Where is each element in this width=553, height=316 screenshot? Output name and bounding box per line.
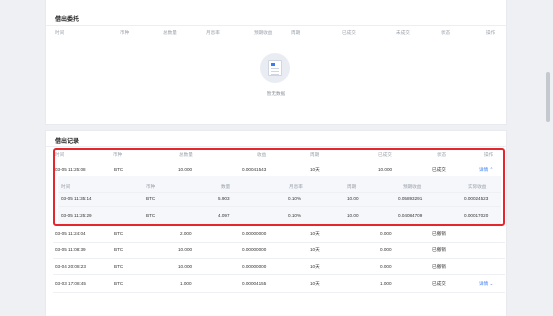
record-period: 10天 — [310, 264, 320, 269]
record-income: 0.00000000 — [242, 231, 267, 236]
entrust-header-filled: 已成交 — [342, 30, 356, 35]
row-divider — [53, 292, 505, 293]
entrust-header-action: 操作 — [486, 30, 496, 35]
record-filled: 0.000 — [380, 231, 392, 236]
record-period: 10天 — [310, 247, 320, 252]
entrust-header-coin: 币种 — [120, 30, 130, 35]
record-status: 已成交 — [432, 281, 446, 286]
record-total: 2.000 — [180, 231, 192, 236]
records-title: 借出记录 — [55, 139, 80, 145]
record-filled: 1.000 — [380, 281, 392, 286]
record-period: 10天 — [310, 281, 320, 286]
empty-document-icon — [260, 53, 290, 83]
page-scrollbar[interactable] — [546, 72, 550, 122]
record-time: 03-05 11:08:39 — [55, 247, 86, 252]
record-status: 已撤销 — [432, 231, 446, 236]
entrust-panel: 借出委托 时间 币种 总数量 月息率 预期收益 周期 已成交 未成交 状态 操作… — [45, 0, 507, 125]
record-coin: BTC — [114, 281, 124, 286]
record-income: 0.00000000 — [242, 264, 267, 269]
row-divider — [53, 258, 505, 259]
entrust-header-time: 时间 — [55, 30, 65, 35]
record-detail-link[interactable]: 详情 ⌄ — [479, 281, 493, 287]
record-filled: 0.000 — [380, 264, 392, 269]
record-income: 0.00000000 — [242, 247, 267, 252]
entrust-divider — [46, 25, 506, 26]
entrust-header-status: 状态 — [441, 30, 451, 35]
record-coin: BTC — [114, 231, 124, 236]
entrust-header-period: 周期 — [291, 30, 301, 35]
row-divider — [53, 242, 505, 243]
entrust-header-expected: 预期收益 — [254, 30, 273, 35]
entrust-header-unfilled: 未成交 — [396, 30, 410, 35]
record-detail-label[interactable]: 详情 — [479, 281, 488, 286]
record-total: 10.000 — [178, 264, 193, 269]
records-divider — [46, 146, 506, 147]
entrust-header-rate: 月息率 — [206, 30, 220, 35]
entrust-title: 借出委托 — [55, 17, 80, 23]
record-time: 03-03 17:08:45 — [55, 281, 86, 286]
chevron-down-icon[interactable]: ⌄ — [489, 281, 493, 286]
record-time: 03-04 20:08:23 — [55, 264, 86, 269]
record-coin: BTC — [114, 264, 124, 269]
record-total: 10.000 — [178, 247, 193, 252]
record-time: 03-05 11:24:04 — [55, 231, 86, 236]
record-filled: 0.000 — [380, 247, 392, 252]
record-income: 0.00004155 — [242, 281, 267, 286]
empty-text: 暂无数据 — [266, 91, 286, 96]
record-total: 1.000 — [180, 281, 192, 286]
record-status: 已撤销 — [432, 247, 446, 252]
record-period: 10天 — [310, 231, 320, 236]
highlight-frame — [53, 148, 505, 226]
entrust-header-total: 总数量 — [163, 30, 177, 35]
row-divider — [53, 274, 505, 275]
record-coin: BTC — [114, 247, 124, 252]
record-status: 已撤销 — [432, 264, 446, 269]
